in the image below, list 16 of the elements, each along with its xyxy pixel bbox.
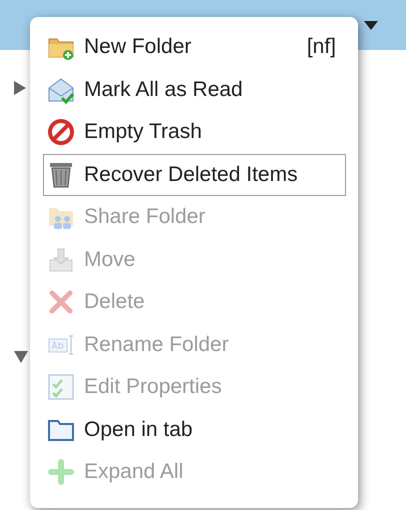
menu-item[interactable]: Recover Deleted Items — [43, 154, 346, 196]
checklist-icon — [47, 373, 75, 402]
envelope-check-icon — [47, 76, 75, 104]
trash-can-icon — [47, 160, 75, 189]
plus-icon — [47, 458, 75, 486]
expand-arrow-icon[interactable] — [14, 81, 26, 95]
menu-item[interactable]: Open in tab — [43, 408, 346, 451]
shortcut-label: [nf] — [306, 35, 336, 60]
tray-arrow-icon — [47, 246, 75, 274]
menu-item[interactable]: Mark All as Read — [43, 68, 346, 111]
no-entry-icon — [47, 118, 75, 146]
cross-icon — [47, 288, 75, 316]
caret-icon[interactable] — [364, 20, 378, 30]
menu-item[interactable]: Empty Trash — [43, 111, 346, 154]
menu-item[interactable]: New Folder [nf] — [43, 26, 346, 68]
collapse-arrow-icon[interactable] — [14, 351, 28, 363]
